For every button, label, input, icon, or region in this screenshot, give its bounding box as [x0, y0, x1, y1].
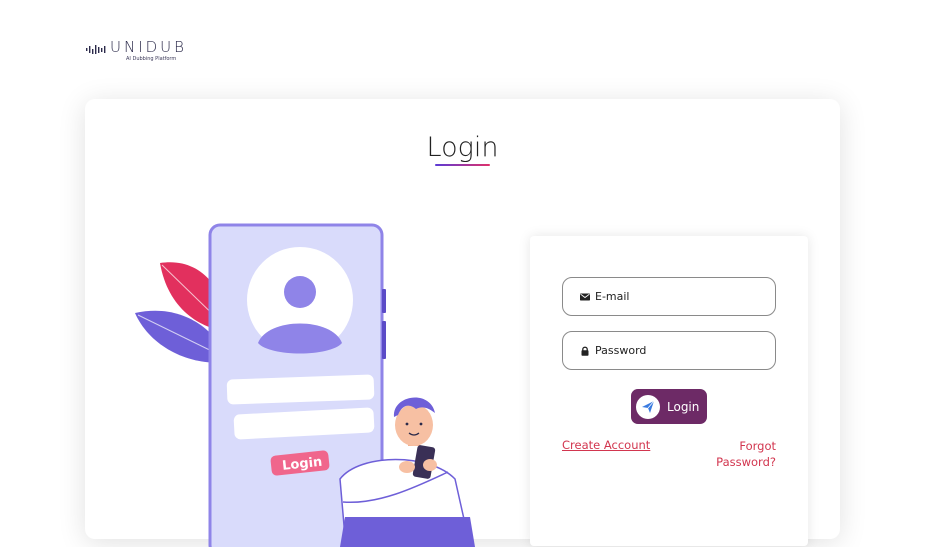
brand-logo[interactable]: UNIDUB AI Dubbing Platform — [86, 38, 216, 64]
login-card: Login Login E-mail Login Create Account … — [85, 99, 840, 547]
create-account-link[interactable]: Create Account — [562, 438, 650, 452]
forgot-password-link[interactable]: Forgot Password? — [706, 438, 776, 470]
soundwave-icon — [86, 45, 106, 54]
envelope-icon — [580, 293, 590, 300]
login-form: Login Create Account Forgot Password? — [530, 236, 808, 546]
lock-icon — [581, 346, 589, 356]
login-button[interactable]: Login — [631, 389, 707, 424]
password-field[interactable] — [562, 331, 776, 370]
paper-plane-icon — [636, 394, 660, 419]
title-underline — [435, 164, 490, 166]
brand-tagline: AI Dubbing Platform — [126, 56, 177, 62]
password-input[interactable] — [595, 344, 765, 357]
brand-name: UNIDUB — [110, 38, 187, 56]
email-input[interactable] — [595, 290, 765, 303]
page-title: Login — [426, 132, 499, 163]
login-button-label: Login — [667, 399, 700, 414]
login-illustration: Login — [135, 223, 475, 547]
email-field[interactable] — [562, 277, 776, 316]
